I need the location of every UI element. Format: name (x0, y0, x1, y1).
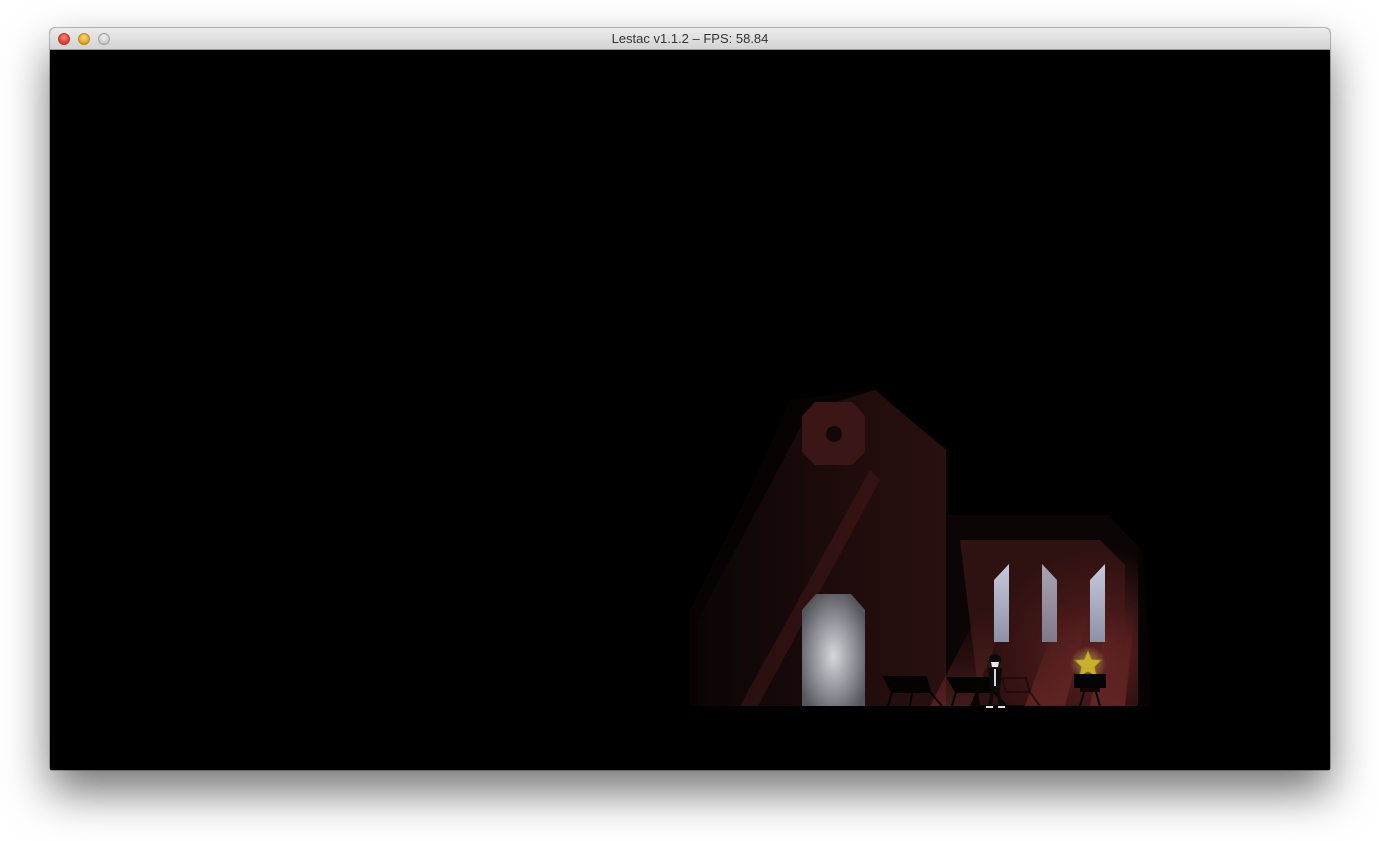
ground (690, 706, 1150, 770)
door-icon[interactable] (802, 594, 865, 706)
game-canvas (50, 50, 1330, 770)
game-viewport[interactable] (50, 50, 1330, 770)
window-title: Lestac v1.1.2 – FPS: 58.84 (611, 31, 769, 46)
game-window: Lestac v1.1.2 – FPS: 58.84 (50, 28, 1330, 770)
rose-window-icon (802, 402, 865, 465)
title-bar[interactable]: Lestac v1.1.2 – FPS: 58.84 (50, 28, 1330, 50)
